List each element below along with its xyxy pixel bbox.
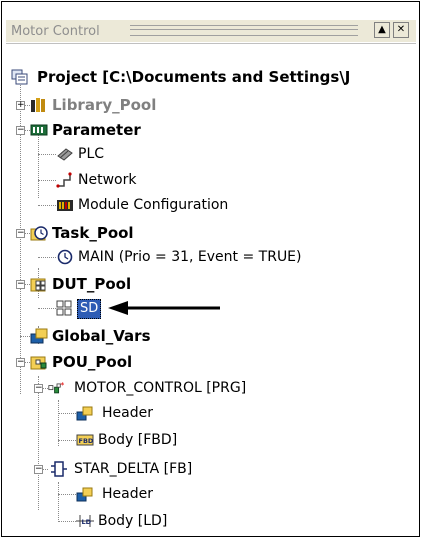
tree-item-pou-pool[interactable]: − POU_Pool (6, 351, 417, 373)
network-icon (56, 172, 72, 188)
tree-label-module-configuration: Module Configuration (78, 197, 229, 213)
minimize-button[interactable]: ▲ (374, 22, 390, 38)
tree-label-project: Project [C:\Documents and Settings\J (37, 68, 351, 86)
global-vars-icon (30, 328, 48, 344)
tree-label-task-pool: Task_Pool (52, 224, 134, 242)
panel-title: Motor Control (11, 24, 100, 39)
tree-label-star-delta: STAR_DELTA [FB] (74, 461, 193, 477)
tree-item-global-vars[interactable]: Global_Vars (6, 325, 417, 347)
parameter-board-icon (30, 124, 48, 136)
close-button[interactable]: ✕ (393, 22, 409, 38)
dut-icon (56, 300, 72, 316)
tree-label-global-vars: Global_Vars (52, 327, 151, 345)
tree-item-star-header[interactable]: Header (6, 483, 417, 505)
tree-label-pou-pool: POU_Pool (52, 353, 133, 371)
tree-item-main-task[interactable]: MAIN (Prio = 31, Event = TRUE) (6, 246, 417, 268)
tree-item-project[interactable]: Project [C:\Documents and Settings\J (6, 66, 417, 88)
svg-text:LD: LD (82, 518, 92, 526)
tree-item-plc[interactable]: PLC (6, 143, 417, 165)
drag-grip[interactable] (130, 25, 358, 36)
motor-control-panel: Motor Control ▲ ✕ Project [C:\Documents … (1, 1, 420, 537)
tree-item-module-configuration[interactable]: Module Configuration (6, 194, 417, 216)
ladder-icon: LD (76, 515, 94, 527)
project-icon (11, 69, 28, 85)
tree-label-library-pool: Library_Pool (52, 96, 157, 114)
tree-item-network[interactable]: Network (6, 169, 417, 191)
tree-label-network: Network (78, 172, 137, 188)
collapse-button[interactable]: − (16, 358, 25, 367)
clock-icon (57, 249, 73, 265)
tree-item-motor-control[interactable]: − * MOTOR_CONTROL [PRG] (6, 377, 417, 399)
tree-item-motor-header[interactable]: Header (6, 402, 417, 424)
tree-label-plc: PLC (78, 146, 105, 162)
header-icon (76, 487, 93, 502)
plc-chip-icon (57, 148, 73, 161)
panel-titlebar[interactable]: Motor Control ▲ ✕ (6, 20, 416, 42)
tree-label-parameter: Parameter (52, 121, 141, 139)
dut-icon (30, 278, 46, 292)
tree-item-star-delta[interactable]: − STAR_DELTA [FB] (6, 458, 417, 480)
svg-text:*: * (60, 380, 64, 390)
arrow-left-icon (108, 301, 220, 315)
tree-label-star-header: Header (102, 486, 153, 502)
tree-item-task-pool[interactable]: − Task_Pool (6, 222, 417, 244)
tree-item-sd[interactable]: SD (6, 297, 417, 319)
pou-icon (30, 356, 47, 370)
tree-item-star-body[interactable]: LD Body [LD] (6, 510, 417, 532)
project-tree: Project [C:\Documents and Settings\J + L… (6, 44, 417, 538)
tree-label-motor-header: Header (102, 405, 153, 421)
collapse-button[interactable]: − (34, 465, 43, 474)
collapse-button[interactable]: − (16, 280, 25, 289)
expand-button[interactable]: + (16, 101, 25, 110)
tree-item-dut-pool[interactable]: − DUT_Pool (6, 273, 417, 295)
prg-icon: * (48, 380, 64, 394)
tree-label-motor-body: Body [FBD] (98, 432, 178, 448)
tree-label-motor-control: MOTOR_CONTROL [PRG] (74, 380, 247, 396)
tree-item-parameter[interactable]: − Parameter (6, 119, 417, 141)
svg-text:FBD: FBD (79, 437, 94, 445)
tree-label-star-body: Body [LD] (98, 513, 168, 529)
tree-label-dut-pool: DUT_Pool (52, 275, 132, 293)
collapse-button[interactable]: − (16, 126, 25, 135)
header-icon (76, 406, 93, 421)
clock-icon (30, 226, 48, 241)
function-block-icon (51, 461, 67, 477)
tree-label-sd: SD (77, 299, 102, 319)
collapse-button[interactable]: − (34, 384, 43, 393)
tree-item-motor-body[interactable]: FBD Body [FBD] (6, 429, 417, 451)
collapse-button[interactable]: − (16, 229, 25, 238)
fbd-icon: FBD (76, 434, 94, 446)
library-books-icon (31, 98, 45, 112)
tree-label-main-task: MAIN (Prio = 31, Event = TRUE) (78, 249, 302, 265)
module-icon (57, 200, 73, 211)
tree-item-library-pool[interactable]: + Library_Pool (6, 94, 417, 116)
